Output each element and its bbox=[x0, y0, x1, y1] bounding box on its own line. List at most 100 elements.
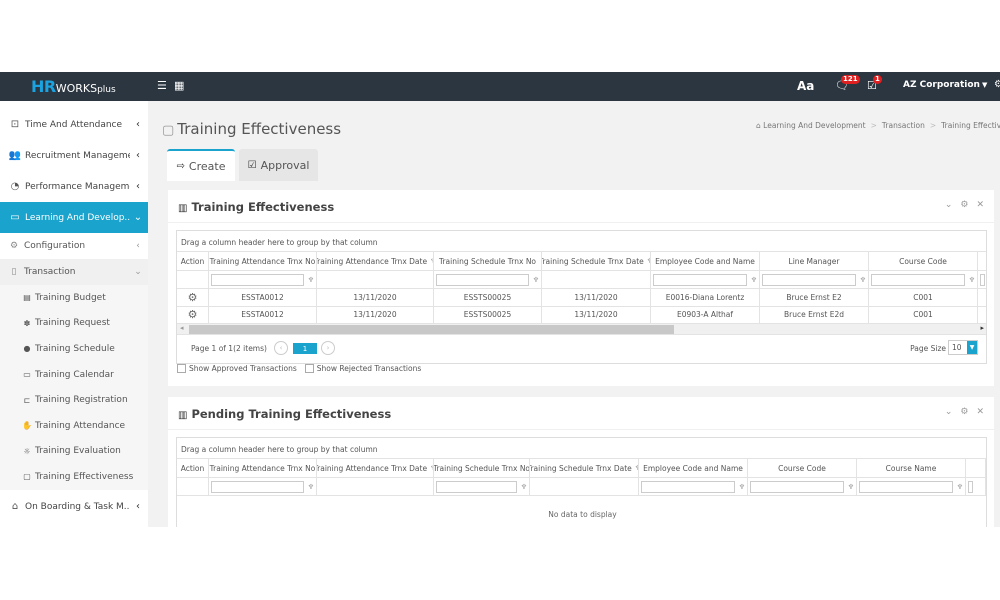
scrollbar-thumb[interactable] bbox=[189, 325, 674, 334]
next-page-button[interactable]: › bbox=[321, 341, 335, 355]
filter-input[interactable] bbox=[211, 480, 304, 493]
app-window: HRWORKSplus ☰ ▦ Aa 🗨 121 ☑ 1 AZ Corporatio… bbox=[0, 72, 1000, 527]
prev-page-button[interactable]: ‹ bbox=[274, 341, 288, 355]
sidebar-item-time-attendance[interactable]: ⊡ Time And Attendance ‹ bbox=[0, 109, 148, 140]
sidebar-leaf-training-schedule[interactable]: ● Training Schedule bbox=[0, 336, 148, 362]
close-icon[interactable]: ✕ bbox=[976, 200, 984, 210]
row-action-gear-icon[interactable]: ⚙ bbox=[177, 306, 209, 323]
sidebar-sub-configuration[interactable]: ⚙ Configuration ‹ bbox=[0, 233, 148, 259]
close-icon[interactable]: ✕ bbox=[976, 407, 984, 417]
apps-grid-icon[interactable]: ▦ bbox=[174, 79, 184, 93]
table-cell: 13/11/2020 bbox=[317, 289, 434, 306]
dropdown-arrow-icon[interactable]: ▼ bbox=[967, 341, 977, 354]
sidebar-leaf-training-request[interactable]: ✽ Training Request bbox=[0, 310, 148, 337]
checkbox[interactable] bbox=[304, 364, 314, 373]
sidebar-leaf-training-calendar[interactable]: ▭ Training Calendar bbox=[0, 361, 148, 388]
column-header[interactable]: Training Schedule Trnx Date♆ bbox=[530, 459, 639, 477]
column-header[interactable]: Action bbox=[177, 459, 209, 477]
filter-icon[interactable]: ♆ bbox=[848, 483, 854, 491]
column-header[interactable]: Course Code bbox=[748, 459, 857, 477]
filter-input[interactable] bbox=[641, 480, 735, 493]
scroll-left-icon[interactable]: ◂ bbox=[180, 324, 184, 332]
collapse-icon[interactable]: ⌄ bbox=[945, 200, 953, 210]
hamburger-menu-icon[interactable]: ☰ bbox=[157, 79, 167, 93]
filter-input[interactable] bbox=[762, 273, 856, 286]
column-header[interactable]: Employee Code and Name bbox=[651, 252, 760, 270]
filter-icon[interactable]: ♆ bbox=[957, 483, 963, 491]
filter-cell: ♆ bbox=[209, 478, 317, 495]
breadcrumb-item[interactable]: Transaction bbox=[882, 121, 925, 130]
row-action-gear-icon[interactable]: ⚙ bbox=[177, 289, 209, 306]
filter-input[interactable] bbox=[859, 480, 953, 493]
group-panel[interactable]: Drag a column header here to group by th… bbox=[177, 438, 986, 459]
gear-icon[interactable]: ⚙ bbox=[960, 407, 968, 417]
column-header[interactable]: Line Manager bbox=[760, 252, 869, 270]
show-rejected-checkbox[interactable]: Show Rejected Transactions bbox=[304, 364, 422, 373]
filter-icon[interactable]: ♆ bbox=[739, 483, 745, 491]
filter-input[interactable] bbox=[871, 273, 965, 286]
filter-icon[interactable]: ♆ bbox=[751, 276, 757, 284]
filter-input[interactable] bbox=[750, 480, 844, 493]
notifications-icon[interactable]: 🗨 121 bbox=[835, 75, 860, 93]
scroll-right-icon[interactable]: ▸ bbox=[980, 324, 984, 332]
column-header[interactable]: Training Schedule Trnx Date♆ bbox=[542, 252, 651, 270]
filter-icon[interactable]: ♆ bbox=[521, 483, 527, 491]
font-size-icon[interactable]: Aa bbox=[797, 79, 814, 93]
checkbox-label: Show Rejected Transactions bbox=[316, 364, 422, 373]
tab-create[interactable]: ⇨ Create bbox=[167, 149, 235, 181]
filter-input[interactable] bbox=[653, 273, 747, 286]
filter-icon[interactable]: ♆ bbox=[308, 483, 314, 491]
filter-icon[interactable]: ♆ bbox=[533, 276, 539, 284]
filter-input[interactable] bbox=[436, 273, 529, 286]
sidebar-item-learning[interactable]: ▭ Learning And Develop... ⌄ bbox=[0, 202, 148, 233]
column-header-label: Training Schedule Trnx No bbox=[434, 463, 530, 473]
logo[interactable]: HRWORKSplus bbox=[31, 77, 116, 96]
show-approved-checkbox[interactable]: Show Approved Transactions bbox=[177, 364, 297, 373]
group-panel[interactable]: Drag a column header here to group by th… bbox=[177, 231, 986, 252]
tab-label: Create bbox=[188, 159, 226, 173]
filter-icon[interactable]: ♆ bbox=[308, 276, 314, 284]
sidebar-leaf-training-attendance[interactable]: ✋ Training Attendance bbox=[0, 413, 148, 439]
filter-icon[interactable]: ♆ bbox=[860, 276, 866, 284]
column-header[interactable]: Course Name bbox=[857, 459, 966, 477]
tasks-icon[interactable]: ☑ 1 bbox=[867, 75, 882, 93]
sidebar-item-performance[interactable]: ◔ Performance Manageme... ‹ bbox=[0, 171, 148, 202]
column-header[interactable]: Training Schedule Trnx No bbox=[434, 459, 530, 477]
page-size-select[interactable]: 10 ▼ bbox=[948, 340, 978, 355]
filter-input[interactable] bbox=[436, 480, 517, 493]
table-cell: ESSTS00025 bbox=[434, 289, 542, 306]
gear-icon[interactable]: ⚙ bbox=[960, 200, 968, 210]
sidebar-sub-transaction[interactable]: ▯ Transaction ⌄ bbox=[0, 259, 148, 285]
settings-icon[interactable]: ⚙ bbox=[994, 79, 1000, 90]
sidebar-item-onboarding[interactable]: ⌂ On Boarding & Task M... ‹ bbox=[0, 491, 148, 522]
horizontal-scrollbar[interactable]: ◂ ▸ bbox=[177, 324, 986, 335]
sidebar-leaf-training-evaluation[interactable]: ☼ Training Evaluation bbox=[0, 438, 148, 465]
column-header[interactable]: Training Schedule Trnx No bbox=[434, 252, 542, 270]
page-number-button[interactable]: 1 bbox=[293, 343, 317, 354]
column-header[interactable]: Action bbox=[177, 252, 209, 270]
sidebar-leaf-training-budget[interactable]: ▤ Training Budget bbox=[0, 285, 148, 311]
column-header[interactable]: Training Attendance Trnx No bbox=[209, 252, 317, 270]
column-header[interactable]: Training Attendance Trnx Date♆ bbox=[317, 459, 434, 477]
column-header[interactable]: Employee Code and Name bbox=[639, 459, 748, 477]
breadcrumb-item[interactable]: Learning And Development bbox=[763, 121, 865, 130]
collapse-icon[interactable]: ⌄ bbox=[945, 407, 953, 417]
column-header[interactable]: Course Code bbox=[869, 252, 978, 270]
column-header[interactable] bbox=[966, 459, 986, 477]
sidebar-item-recruitment[interactable]: 👥Recruitment Manageme... ‹ bbox=[0, 140, 148, 171]
filter-input[interactable] bbox=[980, 273, 985, 286]
column-header[interactable]: Training Attendance Trnx Date♆ bbox=[317, 252, 434, 270]
checkbox[interactable] bbox=[177, 364, 186, 373]
filter-icon[interactable]: ♆ bbox=[969, 276, 975, 284]
column-header[interactable]: Training Attendance Trnx No bbox=[209, 459, 317, 477]
column-header[interactable] bbox=[978, 252, 986, 270]
sidebar: ⊡ Time And Attendance ‹ 👥 Recruitment Manag… bbox=[0, 101, 148, 527]
tab-approval[interactable]: ☑ Approval bbox=[239, 149, 318, 181]
sidebar-leaf-training-effectiveness[interactable]: ▢ Training Effectiveness bbox=[0, 464, 148, 490]
filter-input[interactable] bbox=[968, 480, 973, 493]
transaction-filters: Show Approved Transactions Show Rejected… bbox=[177, 364, 429, 373]
sidebar-leaf-training-registration[interactable]: ⊏ Training Registration bbox=[0, 387, 148, 413]
column-header-label: Training Attendance Trnx No bbox=[209, 463, 316, 473]
company-dropdown[interactable]: AZ Corporation ▼ bbox=[903, 80, 987, 90]
filter-input[interactable] bbox=[211, 273, 304, 286]
